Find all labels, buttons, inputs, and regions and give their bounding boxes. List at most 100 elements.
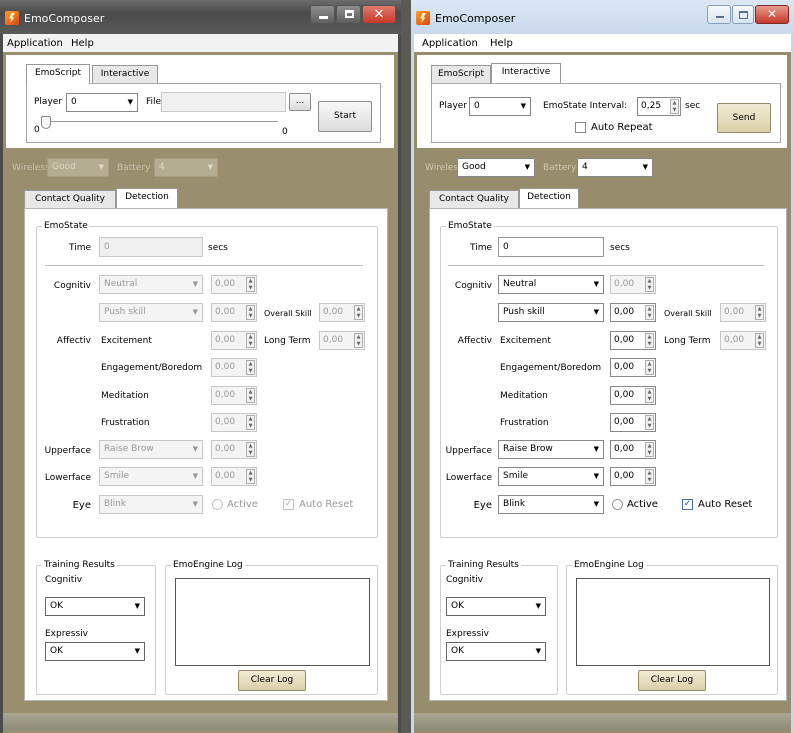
spin-icon[interactable]: ▲ ▼ — [645, 469, 654, 484]
spin-icon[interactable]: ▲ ▼ — [246, 333, 255, 348]
frustration-spinbox[interactable]: 0,00 ▲ ▼ — [211, 413, 257, 432]
wireless-select[interactable]: Good ▼ — [457, 158, 535, 177]
push-action-select[interactable]: Push skill ▼ — [498, 303, 604, 322]
log-textarea[interactable] — [175, 578, 370, 666]
interval-spinbox[interactable]: 0,25 ▲ ▼ — [637, 97, 681, 116]
spin-icon[interactable]: ▲ ▼ — [354, 333, 363, 348]
upperface-spinbox[interactable]: 0,00 ▲ ▼ — [610, 440, 656, 459]
overall-skill-spinbox[interactable]: 0,00 ▲ ▼ — [720, 303, 766, 322]
spin-icon[interactable]: ▲ ▼ — [246, 442, 255, 457]
minimize-button[interactable] — [707, 5, 731, 24]
spin-icon[interactable]: ▲ ▼ — [645, 442, 654, 457]
maximize-button[interactable] — [336, 5, 361, 24]
overall-skill-spinbox[interactable]: 0,00 ▲ ▼ — [319, 303, 365, 322]
chevron-down-icon: ▼ — [98, 163, 104, 171]
spin-icon[interactable]: ▲ ▼ — [246, 360, 255, 375]
auto-reset-label: Auto Reset — [299, 499, 354, 510]
lowerface-action-select[interactable]: Smile ▼ — [498, 467, 604, 486]
upperface-action-select[interactable]: Raise Brow ▼ — [498, 440, 604, 459]
auto-repeat-checkbox[interactable] — [575, 122, 586, 133]
spin-icon[interactable]: ▲ ▼ — [246, 277, 255, 292]
frustration-spinbox[interactable]: 0,00 ▲ ▼ — [610, 413, 656, 432]
lowerface-spinbox[interactable]: 0,00 ▲ ▼ — [211, 467, 257, 486]
training-expressiv-select[interactable]: OK ▼ — [446, 642, 546, 661]
spin-icon[interactable]: ▲ ▼ — [645, 277, 654, 292]
minimize-button[interactable] — [310, 5, 335, 24]
spin-icon[interactable]: ▲ ▼ — [645, 333, 654, 348]
spin-icon[interactable]: ▲ ▼ — [670, 99, 679, 114]
cognitiv-action-select[interactable]: Neutral ▼ — [498, 275, 604, 294]
menu-help[interactable]: Help — [71, 38, 94, 49]
browse-button[interactable]: ... — [289, 93, 311, 111]
maximize-button[interactable] — [732, 5, 754, 24]
engagement-value: 0,00 — [215, 362, 236, 372]
spin-icon[interactable]: ▲ ▼ — [246, 469, 255, 484]
clear-log-button[interactable]: Clear Log — [238, 670, 306, 691]
send-button[interactable]: Send — [717, 103, 771, 133]
tab-detection[interactable]: Detection — [519, 188, 579, 208]
training-expressiv-select[interactable]: OK ▼ — [45, 642, 145, 661]
wireless-select[interactable]: Good ▼ — [47, 158, 109, 177]
lowerface-action-select[interactable]: Smile ▼ — [99, 467, 203, 486]
file-field[interactable] — [161, 92, 286, 112]
spin-icon[interactable]: ▲ ▼ — [246, 415, 255, 430]
push-spinbox[interactable]: 0,00 ▲ ▼ — [211, 303, 257, 322]
player-select[interactable]: 0 ▼ — [469, 97, 531, 116]
auto-reset-checkbox[interactable]: ✓ — [283, 499, 294, 510]
tab-contact-quality[interactable]: Contact Quality — [429, 190, 519, 208]
upperface-action-select[interactable]: Raise Brow ▼ — [99, 440, 203, 459]
lowerface-spinbox[interactable]: 0,00 ▲ ▼ — [610, 467, 656, 486]
cognitiv-spinbox[interactable]: 0,00 ▲ ▼ — [211, 275, 257, 294]
tab-contact-quality[interactable]: Contact Quality — [24, 190, 116, 208]
player-select[interactable]: 0 ▼ — [66, 93, 138, 112]
close-button[interactable]: ✕ — [362, 5, 396, 24]
log-textarea[interactable] — [576, 578, 770, 666]
long-term-spinbox[interactable]: 0,00 ▲ ▼ — [319, 331, 365, 350]
clear-log-button[interactable]: Clear Log — [638, 670, 706, 691]
tab-interactive[interactable]: Interactive — [491, 63, 561, 83]
battery-select[interactable]: 4 ▼ — [154, 158, 218, 177]
tab-emoscript[interactable]: EmoScript — [26, 64, 90, 84]
cognitiv-action-select[interactable]: Neutral ▼ — [99, 275, 203, 294]
engagement-spinbox[interactable]: 0,00 ▲ ▼ — [610, 358, 656, 377]
training-cognitiv-select[interactable]: OK ▼ — [446, 597, 546, 616]
cognitiv-spinbox[interactable]: 0,00 ▲ ▼ — [610, 275, 656, 294]
spin-icon[interactable]: ▲ ▼ — [246, 305, 255, 320]
spin-icon[interactable]: ▲ ▼ — [755, 305, 764, 320]
push-spinbox[interactable]: 0,00 ▲ ▼ — [610, 303, 656, 322]
eye-action-select[interactable]: Blink ▼ — [99, 495, 203, 514]
battery-select[interactable]: 4 ▼ — [577, 158, 653, 177]
excitement-spinbox[interactable]: 0,00 ▲ ▼ — [610, 331, 656, 350]
meditation-spinbox[interactable]: 0,00 ▲ ▼ — [211, 386, 257, 405]
spin-icon[interactable]: ▲ ▼ — [645, 305, 654, 320]
slider-track[interactable] — [46, 121, 278, 122]
engagement-spinbox[interactable]: 0,00 ▲ ▼ — [211, 358, 257, 377]
spin-icon[interactable]: ▲ ▼ — [645, 415, 654, 430]
active-radio[interactable] — [612, 499, 623, 510]
spin-icon[interactable]: ▲ ▼ — [246, 388, 255, 403]
slider-handle[interactable] — [41, 116, 51, 129]
push-action-select[interactable]: Push skill ▼ — [99, 303, 203, 322]
upperface-spinbox[interactable]: 0,00 ▲ ▼ — [211, 440, 257, 459]
menu-application[interactable]: Application — [7, 38, 63, 49]
tab-emoscript[interactable]: EmoScript — [431, 65, 491, 83]
menu-help[interactable]: Help — [490, 38, 513, 49]
long-term-spinbox[interactable]: 0,00 ▲ ▼ — [720, 331, 766, 350]
start-button[interactable]: Start — [318, 101, 372, 132]
excitement-spinbox[interactable]: 0,00 ▲ ▼ — [211, 331, 257, 350]
tab-interactive[interactable]: Interactive — [92, 65, 158, 83]
close-button[interactable]: ✕ — [755, 5, 789, 24]
eye-action-select[interactable]: Blink ▼ — [498, 495, 604, 514]
spin-icon[interactable]: ▲ ▼ — [645, 360, 654, 375]
menu-application[interactable]: Application — [422, 38, 478, 49]
tab-detection[interactable]: Detection — [116, 188, 178, 208]
time-field[interactable]: 0 — [498, 237, 604, 257]
active-radio[interactable] — [212, 499, 223, 510]
spin-icon[interactable]: ▲ ▼ — [354, 305, 363, 320]
training-cognitiv-select[interactable]: OK ▼ — [45, 597, 145, 616]
meditation-spinbox[interactable]: 0,00 ▲ ▼ — [610, 386, 656, 405]
time-field[interactable]: 0 — [99, 237, 203, 257]
auto-reset-checkbox[interactable]: ✓ — [682, 499, 693, 510]
spin-icon[interactable]: ▲ ▼ — [645, 388, 654, 403]
spin-icon[interactable]: ▲ ▼ — [755, 333, 764, 348]
